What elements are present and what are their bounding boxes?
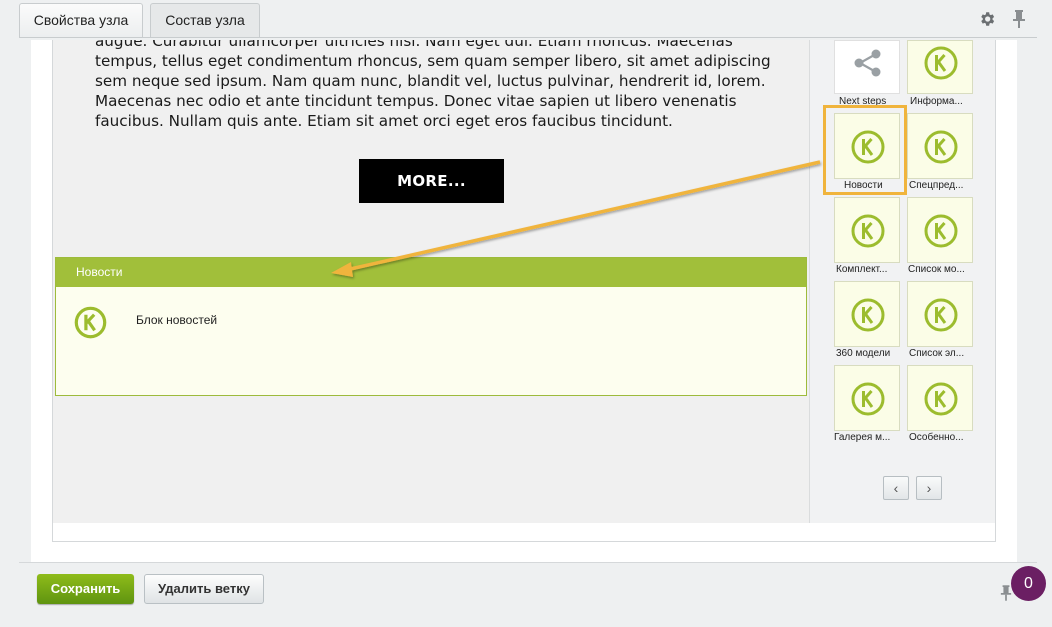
- k-logo-icon: [924, 130, 958, 164]
- page-preview: augue. Curabitur ullamcorper ultricies n…: [53, 40, 809, 523]
- share-icon: [854, 49, 881, 77]
- gear-icon[interactable]: [978, 10, 996, 28]
- k-logo-icon: [924, 298, 958, 332]
- news-block[interactable]: Новости Блок новостей: [55, 257, 807, 396]
- news-block-title: Новости: [56, 258, 806, 287]
- palette-tile-gallery[interactable]: [834, 365, 900, 431]
- more-button[interactable]: MORE...: [359, 159, 504, 203]
- palette-tile-label: Информа...: [910, 96, 963, 107]
- k-logo-icon: [924, 46, 958, 80]
- palette-tile-special[interactable]: [907, 113, 973, 179]
- palette-tile-360[interactable]: [834, 281, 900, 347]
- k-logo-icon: [851, 214, 885, 248]
- k-logo-icon: [851, 382, 885, 416]
- save-button[interactable]: Сохранить: [37, 574, 134, 604]
- pin-icon[interactable]: [1012, 9, 1026, 29]
- palette-tile-label: Список эл...: [909, 348, 965, 359]
- preview-text: augue. Curabitur ullamcorper ultricies n…: [95, 40, 771, 130]
- palette-prev-button[interactable]: ‹: [883, 476, 909, 500]
- palette-tile-element-list[interactable]: [907, 281, 973, 347]
- tab-divider: [19, 37, 1037, 38]
- palette-tile-model-list[interactable]: [907, 197, 973, 263]
- pin-icon[interactable]: [1000, 584, 1012, 602]
- palette-tile-kit[interactable]: [834, 197, 900, 263]
- tab-node-properties[interactable]: Свойства узла: [19, 3, 143, 37]
- palette-tile-label: Спецпред...: [909, 180, 964, 191]
- news-block-label: Блок новостей: [136, 313, 218, 327]
- palette-tile-next-steps[interactable]: [834, 40, 900, 94]
- k-logo-icon: [74, 306, 107, 339]
- delete-branch-button[interactable]: Удалить ветку: [144, 574, 264, 604]
- palette-tile-label: Особенно...: [909, 432, 964, 443]
- palette-tile-label: Список мо...: [908, 264, 965, 275]
- k-logo-icon: [851, 298, 885, 332]
- tab-node-content[interactable]: Состав узла: [150, 3, 260, 37]
- palette-tile-features[interactable]: [907, 365, 973, 431]
- palette-tile-label: Комплект...: [836, 264, 888, 275]
- palette-next-button[interactable]: ›: [916, 476, 942, 500]
- notification-badge[interactable]: 0: [1011, 566, 1046, 601]
- k-logo-icon: [924, 214, 958, 248]
- k-logo-icon: [924, 382, 958, 416]
- palette-tile-label: Галерея м...: [834, 432, 891, 443]
- palette-tile-info[interactable]: [907, 40, 973, 94]
- palette-tile-label: 360 модели: [836, 348, 891, 359]
- selected-tile-highlight: [823, 105, 907, 195]
